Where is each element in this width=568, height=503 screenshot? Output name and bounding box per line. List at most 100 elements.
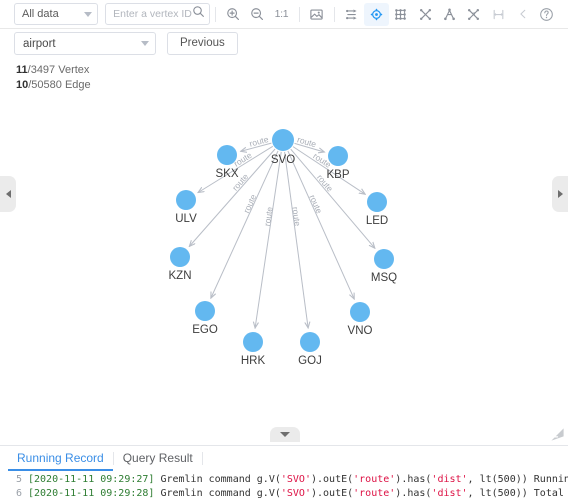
top-toolbar: All data 1:1 <box>0 0 568 29</box>
snapshot-icon[interactable] <box>305 3 329 26</box>
log-line: 5 [2020-11-11 09:29:27] Gremlin command g… <box>0 473 568 487</box>
vertex-search-box[interactable] <box>105 3 210 25</box>
log-timestamp: [2020-11-11 09:29:27] <box>28 474 155 485</box>
force-layout-icon[interactable] <box>364 2 389 26</box>
random-layout-icon[interactable] <box>462 3 486 26</box>
zoom-ratio-button[interactable]: 1:1 <box>269 3 293 26</box>
next-page-arrow[interactable] <box>552 176 568 212</box>
graph-canvas[interactable]: route route route route route route route route… <box>0 58 568 441</box>
graph-node-label: HRK <box>240 355 266 367</box>
log-output[interactable]: 5 [2020-11-11 09:29:27] Gremlin command g… <box>0 471 568 501</box>
graph-edge[interactable] <box>255 151 282 328</box>
zoom-out-icon[interactable] <box>245 3 269 26</box>
graph-node[interactable] <box>176 190 196 210</box>
dagre-layout-icon[interactable] <box>340 3 364 26</box>
graph-svg: route routeroute routeroute routeroute route… <box>170 129 394 352</box>
log-text: ).has( <box>395 474 432 485</box>
chevron-down-icon <box>141 41 149 46</box>
log-string: 'route' <box>353 488 396 499</box>
chevron-left-icon <box>5 190 11 198</box>
tab-running-record[interactable]: Running Record <box>8 446 113 471</box>
previous-page-arrow[interactable] <box>0 176 16 212</box>
tab-query-result[interactable]: Query Result <box>114 446 202 471</box>
log-string: 'SVO' <box>280 488 311 499</box>
grid-layout-icon[interactable] <box>389 3 413 26</box>
chevron-down-icon <box>280 432 290 437</box>
graph-node-label: GOJ <box>298 355 322 367</box>
panel-tabs: Running Record Query Result <box>0 446 568 471</box>
tree-layout-icon[interactable] <box>437 3 461 26</box>
edge-count-row: 10/50580 Edge <box>16 78 91 93</box>
element-counts: 11/3497 Vertex 10/50580 Edge <box>14 61 98 95</box>
zoom-ratio-label: 1:1 <box>274 8 289 20</box>
graph-node[interactable] <box>170 247 190 267</box>
concentric-layout-icon[interactable] <box>486 3 510 26</box>
graph-node-label: ULV <box>175 213 197 225</box>
previous-button[interactable]: Previous <box>167 32 238 55</box>
graph-node[interactable] <box>272 129 294 151</box>
help-circle-icon[interactable] <box>535 3 559 26</box>
toolbar-divider-2 <box>298 6 300 22</box>
resize-arrow-icon <box>551 428 564 441</box>
collapse-panel-arrow[interactable] <box>270 427 300 442</box>
edge-label: route <box>262 206 275 227</box>
graph-node[interactable] <box>243 332 263 352</box>
graph-node[interactable] <box>300 332 320 352</box>
resize-grip[interactable] <box>550 427 565 442</box>
edge-label: route <box>307 193 324 215</box>
chevron-down-icon <box>84 11 93 17</box>
data-scope-value: All data <box>22 8 59 20</box>
graph-explorer-app: All data 1:1 <box>0 0 568 503</box>
graph-node-label: EGO <box>192 324 218 336</box>
edge-count-total: /50580 <box>28 78 62 91</box>
graph-node-label: MSQ <box>370 272 398 284</box>
chevron-right-icon <box>557 190 563 198</box>
log-text: ).has( <box>395 488 432 499</box>
data-scope-select[interactable]: All data <box>14 3 99 25</box>
log-timestamp: [2020-11-11 09:29:28] <box>28 488 155 499</box>
graph-edge[interactable] <box>189 148 276 246</box>
log-line-number: 6 <box>15 488 22 499</box>
graph-node[interactable] <box>367 192 387 212</box>
vertex-count-row: 11/3497 Vertex <box>16 63 91 78</box>
vertex-count-unit: Vertex <box>58 64 90 76</box>
toolbar-divider-3 <box>333 6 335 22</box>
graph-node[interactable] <box>374 249 394 269</box>
graph-node-label: VNO <box>347 325 373 337</box>
vertex-count-total: /3497 <box>27 64 56 76</box>
edge-count-unit: Edge <box>64 78 91 91</box>
graph-edge[interactable] <box>284 151 309 328</box>
log-text: Gremlin command g.V( <box>154 474 281 485</box>
graph-node[interactable] <box>350 302 370 322</box>
graph-node-label: SKX <box>215 168 239 180</box>
label-filter-row: airport Previous <box>0 29 568 58</box>
search-icon[interactable] <box>192 5 205 23</box>
zoom-in-icon[interactable] <box>221 3 245 26</box>
chevron-left-icon[interactable] <box>510 3 534 26</box>
log-text: , lt(500)) Running <box>467 474 568 485</box>
graph-node-label: LED <box>365 215 389 227</box>
graph-node[interactable] <box>328 146 348 166</box>
log-line: 6 [2020-11-11 09:29:28] Gremlin command g… <box>0 487 568 501</box>
edge-label: route <box>248 134 270 149</box>
log-line-number: 5 <box>15 474 22 485</box>
radial-layout-icon[interactable] <box>413 3 437 26</box>
edge-count-current: 10 <box>16 78 29 91</box>
log-string: 'SVO' <box>280 474 311 485</box>
tab-divider-2 <box>201 452 203 465</box>
log-text: , lt(500)) Total duration: 0.0 <box>467 488 568 499</box>
graph-node-label: KZN <box>168 270 192 282</box>
graph-node[interactable] <box>217 145 237 165</box>
vertex-count-current: 11 <box>16 64 28 76</box>
log-string: 'dist' <box>431 474 468 485</box>
graph-node[interactable] <box>195 301 215 321</box>
log-string: 'route' <box>353 474 396 485</box>
graph-node-label: SVO <box>270 154 296 166</box>
bottom-panel: Running Record Query Result 5 [2020-11-11… <box>0 445 568 503</box>
graph-node-label: KBP <box>326 169 350 181</box>
search-input[interactable] <box>113 8 192 20</box>
log-text: ).outE( <box>310 488 354 499</box>
label-select[interactable]: airport <box>14 32 156 55</box>
label-select-value: airport <box>23 37 56 50</box>
edge-label: route <box>241 193 258 215</box>
